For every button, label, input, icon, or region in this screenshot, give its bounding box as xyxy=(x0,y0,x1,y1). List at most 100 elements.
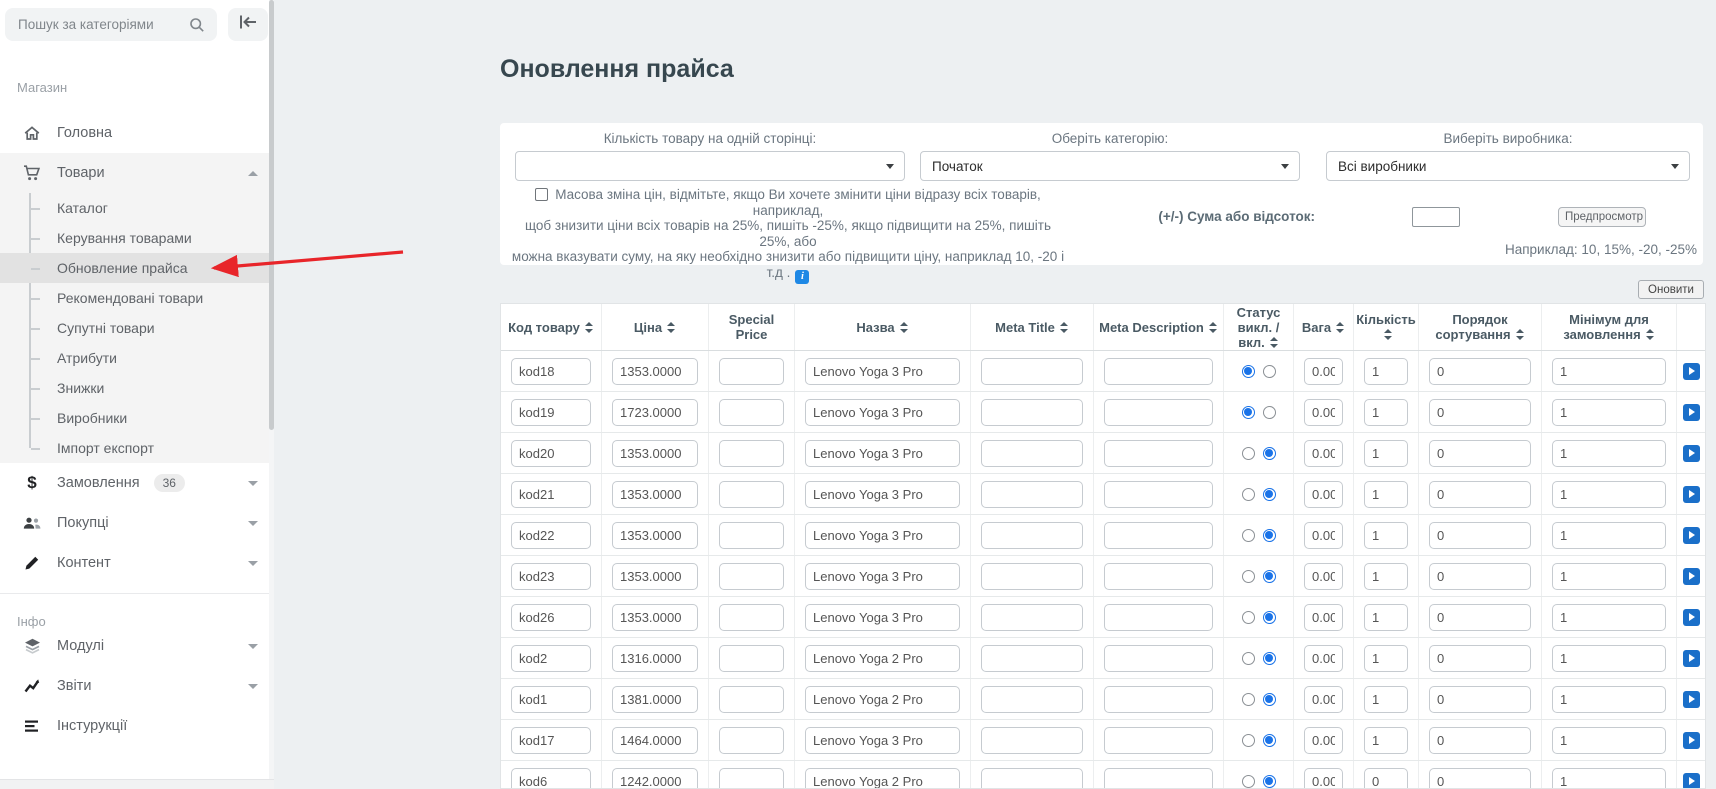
status-on-radio[interactable] xyxy=(1262,446,1276,460)
price-input[interactable] xyxy=(612,521,698,549)
minimum-input[interactable] xyxy=(1552,480,1666,508)
category-select[interactable]: Початок xyxy=(920,151,1300,181)
price-input[interactable] xyxy=(612,398,698,426)
name-input[interactable] xyxy=(805,726,960,754)
sidebar-subitem-recommended-products[interactable]: Рекомендовані товари xyxy=(0,283,274,313)
sort-order-input[interactable] xyxy=(1429,521,1531,549)
minimum-input[interactable] xyxy=(1552,603,1666,631)
meta-title-input[interactable] xyxy=(981,685,1083,713)
search-icon[interactable] xyxy=(189,17,205,33)
special-price-input[interactable] xyxy=(719,398,784,426)
status-on-radio[interactable] xyxy=(1262,651,1276,665)
sort-order-input[interactable] xyxy=(1429,357,1531,385)
manufacturer-select[interactable]: Всі виробники xyxy=(1326,151,1690,181)
minimum-input[interactable] xyxy=(1552,562,1666,590)
sort-icon[interactable] xyxy=(1208,321,1218,333)
quantity-input[interactable] xyxy=(1364,357,1408,385)
special-price-input[interactable] xyxy=(719,439,784,467)
per-page-select[interactable] xyxy=(515,151,905,181)
quantity-input[interactable] xyxy=(1364,767,1408,788)
minimum-input[interactable] xyxy=(1552,521,1666,549)
meta-description-input[interactable] xyxy=(1104,521,1213,549)
sort-order-input[interactable] xyxy=(1429,767,1531,788)
sort-order-input[interactable] xyxy=(1429,685,1531,713)
quantity-input[interactable] xyxy=(1364,644,1408,672)
price-input[interactable] xyxy=(612,480,698,508)
meta-title-input[interactable] xyxy=(981,480,1083,508)
status-off-radio[interactable] xyxy=(1241,528,1255,542)
name-input[interactable] xyxy=(805,398,960,426)
sort-icon[interactable] xyxy=(1059,321,1069,333)
sort-icon[interactable] xyxy=(899,321,909,333)
status-on-radio[interactable] xyxy=(1262,774,1276,788)
special-price-input[interactable] xyxy=(719,357,784,385)
status-off-radio[interactable] xyxy=(1241,446,1255,460)
weight-input[interactable] xyxy=(1304,767,1343,788)
sort-icon[interactable] xyxy=(667,321,676,333)
sidebar-item-products[interactable]: Товари xyxy=(0,153,274,193)
sidebar-subitem-manage-products[interactable]: Керування товарами xyxy=(0,223,274,253)
sidebar-item-reports[interactable]: Звіти xyxy=(0,666,274,706)
status-off-radio[interactable] xyxy=(1241,487,1255,501)
weight-input[interactable] xyxy=(1304,562,1343,590)
sidebar-subitem-discounts[interactable]: Знижки xyxy=(0,373,274,403)
status-off-radio[interactable] xyxy=(1241,774,1255,788)
status-off-radio[interactable] xyxy=(1241,651,1255,665)
price-input[interactable] xyxy=(612,767,698,788)
quantity-input[interactable] xyxy=(1364,439,1408,467)
meta-title-input[interactable] xyxy=(981,767,1083,788)
sort-order-input[interactable] xyxy=(1429,480,1531,508)
meta-description-input[interactable] xyxy=(1104,439,1213,467)
status-on-radio[interactable] xyxy=(1262,364,1276,378)
name-input[interactable] xyxy=(805,685,960,713)
row-submit-button[interactable] xyxy=(1682,485,1700,503)
code-input[interactable] xyxy=(511,398,591,426)
weight-input[interactable] xyxy=(1304,480,1343,508)
status-off-radio[interactable] xyxy=(1241,364,1255,378)
meta-title-input[interactable] xyxy=(981,562,1083,590)
meta-title-input[interactable] xyxy=(981,439,1083,467)
meta-title-input[interactable] xyxy=(981,726,1083,754)
sidebar-item-content[interactable]: Контент xyxy=(0,543,274,583)
code-input[interactable] xyxy=(511,357,591,385)
minimum-input[interactable] xyxy=(1552,439,1666,467)
sidebar-subitem-attributes[interactable]: Атрибути xyxy=(0,343,274,373)
status-on-radio[interactable] xyxy=(1262,405,1276,419)
minimum-input[interactable] xyxy=(1552,398,1666,426)
meta-title-input[interactable] xyxy=(981,357,1083,385)
meta-description-input[interactable] xyxy=(1104,726,1213,754)
sort-order-input[interactable] xyxy=(1429,726,1531,754)
sidebar-subitem-import-export[interactable]: Імпорт експорт xyxy=(0,433,274,463)
row-submit-button[interactable] xyxy=(1682,444,1700,462)
row-submit-button[interactable] xyxy=(1682,362,1700,380)
name-input[interactable] xyxy=(805,603,960,631)
sort-order-input[interactable] xyxy=(1429,603,1531,631)
sidebar-subitem-catalog[interactable]: Каталог xyxy=(0,193,274,223)
row-submit-button[interactable] xyxy=(1682,690,1700,708)
minimum-input[interactable] xyxy=(1552,767,1666,788)
price-input[interactable] xyxy=(612,644,698,672)
row-submit-button[interactable] xyxy=(1682,731,1700,749)
name-input[interactable] xyxy=(805,562,960,590)
sort-order-input[interactable] xyxy=(1429,439,1531,467)
meta-description-input[interactable] xyxy=(1104,685,1213,713)
special-price-input[interactable] xyxy=(719,521,784,549)
status-off-radio[interactable] xyxy=(1241,610,1255,624)
meta-description-input[interactable] xyxy=(1104,562,1213,590)
minimum-input[interactable] xyxy=(1552,357,1666,385)
preview-button[interactable]: Предпросмотр xyxy=(1558,207,1646,227)
code-input[interactable] xyxy=(511,726,591,754)
code-input[interactable] xyxy=(511,767,591,788)
weight-input[interactable] xyxy=(1304,644,1343,672)
status-on-radio[interactable] xyxy=(1262,569,1276,583)
code-input[interactable] xyxy=(511,521,591,549)
row-submit-button[interactable] xyxy=(1682,526,1700,544)
special-price-input[interactable] xyxy=(719,685,784,713)
status-off-radio[interactable] xyxy=(1241,733,1255,747)
name-input[interactable] xyxy=(805,767,960,788)
category-search-input[interactable]: Пошук за категоріями xyxy=(5,8,217,41)
weight-input[interactable] xyxy=(1304,398,1343,426)
name-input[interactable] xyxy=(805,521,960,549)
sidebar-subitem-price-update[interactable]: Обновление прайса xyxy=(0,253,274,283)
status-off-radio[interactable] xyxy=(1241,692,1255,706)
